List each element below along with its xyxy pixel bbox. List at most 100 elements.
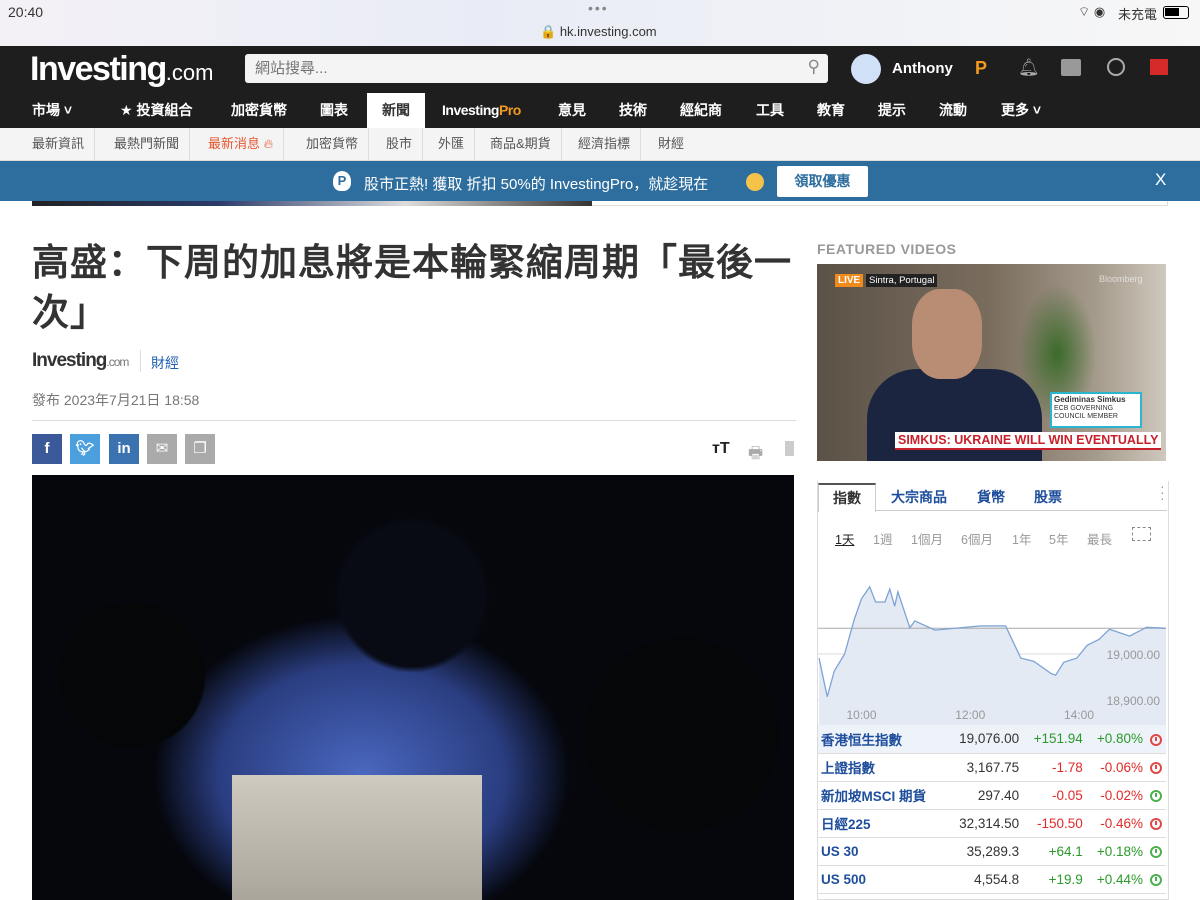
- search-icon[interactable]: ⚲: [808, 57, 820, 77]
- nav-brokers[interactable]: 經紀商: [680, 93, 722, 128]
- copy-link-button[interactable]: ❐: [185, 434, 215, 464]
- category-link[interactable]: 財經: [151, 353, 179, 373]
- url-bar[interactable]: 🔒 hk.investing.com: [540, 24, 657, 40]
- subnav-finance[interactable]: 財經: [648, 128, 694, 160]
- index-chart[interactable]: 19,000.00 18,900.00 10:00 12:00 14:00: [818, 555, 1166, 725]
- nav-alerts[interactable]: 提示: [878, 93, 906, 128]
- linkedin-share-button[interactable]: in: [109, 434, 139, 464]
- ad-frame: [592, 201, 1168, 206]
- email-share-button[interactable]: ✉: [147, 434, 177, 464]
- more-options-icon[interactable]: · · ·: [1160, 479, 1165, 505]
- quote-last: 4,554.8: [946, 865, 1023, 894]
- nav-charts[interactable]: 圖表: [320, 93, 348, 128]
- range-1d[interactable]: 1天: [835, 529, 854, 548]
- pro-icon[interactable]: P: [975, 58, 987, 79]
- claim-offer-button[interactable]: 領取優惠: [777, 166, 868, 197]
- nav-portfolio[interactable]: ★ 投資組合: [120, 93, 192, 128]
- twitter-share-button[interactable]: 🐦︎: [70, 434, 100, 464]
- range-1w[interactable]: 1週: [873, 529, 892, 548]
- nav-technical[interactable]: 技術: [619, 93, 647, 128]
- url-text: hk.investing.com: [559, 24, 657, 39]
- source-name: Investing: [32, 350, 107, 371]
- portfolio-icon[interactable]: [1061, 59, 1081, 76]
- clock-icon[interactable]: [1107, 58, 1125, 76]
- quote-name[interactable]: 上證指數: [818, 753, 947, 782]
- print-icon[interactable]: 🖶: [748, 442, 763, 469]
- markets-tabs: 指數 大宗商品 貨幣 股票 · · ·: [817, 479, 1167, 512]
- market-open-icon: [1150, 789, 1162, 802]
- x-tick-label: 14:00: [1064, 708, 1094, 722]
- guest-role: COUNCIL MEMBER: [1054, 413, 1118, 420]
- nav-crypto[interactable]: 加密貨幣: [231, 93, 287, 128]
- market-open-icon: [1150, 845, 1162, 858]
- nav-investingpro[interactable]: InvestingPro: [442, 93, 521, 128]
- facebook-share-button[interactable]: f: [32, 434, 62, 464]
- more-dots-icon[interactable]: •••: [588, 0, 609, 16]
- nav-label: 市場: [32, 102, 60, 118]
- quote-change: -150.50: [1022, 809, 1086, 838]
- quote-row[interactable]: 上證指數 3,167.75 -1.78 -0.06%: [818, 753, 1166, 782]
- quote-row[interactable]: 香港恒生指數 19,076.00 +151.94 +0.80%: [818, 725, 1166, 754]
- x-tick-label: 10:00: [846, 708, 876, 722]
- subnav-stocks[interactable]: 股市: [376, 128, 424, 160]
- quote-name[interactable]: US 30: [818, 837, 947, 866]
- charging-status: 未充電: [1118, 7, 1158, 22]
- bookmark-icon[interactable]: [785, 441, 794, 456]
- subnav-popular[interactable]: 最熱門新聞: [104, 128, 191, 160]
- quote-change-pct: +0.80%: [1085, 725, 1146, 754]
- featured-video-player[interactable]: LIVE Sintra, Portugal Bloomberg Gedimina…: [817, 264, 1166, 461]
- video-brand: Bloomberg: [1099, 274, 1143, 284]
- range-1m[interactable]: 1個月: [911, 529, 943, 548]
- y-tick-label: 18,900.00: [1107, 694, 1161, 708]
- range-max[interactable]: 最長: [1087, 529, 1112, 548]
- quote-row[interactable]: US 500 4,554.8 +19.9 +0.44%: [818, 865, 1166, 894]
- bell-icon[interactable]: 🔔︎: [1018, 58, 1040, 78]
- subnav-latest[interactable]: 最新資訊: [22, 128, 96, 160]
- range-5y[interactable]: 5年: [1049, 529, 1068, 548]
- nav-markets[interactable]: 市場 ˅: [32, 93, 72, 128]
- live-badge: LIVE: [835, 274, 864, 287]
- quote-name[interactable]: 香港恒生指數: [818, 725, 947, 754]
- nav-mobile[interactable]: 流動: [939, 93, 967, 128]
- guest-role: ECB GOVERNING: [1054, 405, 1114, 412]
- search-box[interactable]: ⚲: [245, 54, 828, 83]
- tab-indices[interactable]: 指數: [818, 483, 876, 512]
- tab-commodities[interactable]: 大宗商品: [891, 487, 947, 507]
- source-logo[interactable]: Investing.com: [32, 350, 129, 372]
- publish-date: 發布 2023年7月21日 18:58: [32, 392, 200, 408]
- tab-stocks[interactable]: 股票: [1034, 487, 1062, 507]
- subnav-breaking[interactable]: 最新消息 🔥︎: [198, 128, 285, 160]
- nav-tools[interactable]: 工具: [756, 93, 784, 128]
- nav-education[interactable]: 教育: [817, 93, 845, 128]
- tab-currencies[interactable]: 貨幣: [977, 487, 1005, 507]
- range-6m[interactable]: 6個月: [961, 529, 993, 548]
- quote-row[interactable]: 新加坡MSCI 期貨 297.40 -0.05 -0.02%: [818, 781, 1166, 810]
- quote-name[interactable]: US 500: [818, 865, 947, 894]
- font-size-button[interactable]: тT: [712, 440, 730, 458]
- promo-text: 股市正熱! 獲取 折扣 50%的 InvestingPro，就趁現在: [364, 176, 709, 193]
- avatar[interactable]: [851, 54, 881, 84]
- status-cell: [1146, 809, 1166, 838]
- nav-news[interactable]: 新聞: [367, 93, 425, 128]
- range-1y[interactable]: 1年: [1012, 529, 1031, 548]
- subnav-crypto[interactable]: 加密貨幣: [296, 128, 370, 160]
- status-cell: [1146, 781, 1166, 810]
- site-logo[interactable]: Investing.com: [30, 50, 213, 89]
- subnav-forex[interactable]: 外匯: [428, 128, 476, 160]
- subnav-commodities[interactable]: 商品&期貨: [480, 128, 562, 160]
- close-icon[interactable]: X: [1155, 170, 1166, 190]
- quote-name[interactable]: 日經225: [818, 809, 947, 838]
- quote-row[interactable]: US 30 35,289.3 +64.1 +0.18%: [818, 837, 1166, 866]
- promo-banner: P 股市正熱! 獲取 折扣 50%的 InvestingPro，就趁現在 領取優…: [0, 161, 1200, 201]
- nav-opinion[interactable]: 意見: [558, 93, 586, 128]
- subnav-economy[interactable]: 經濟指標: [568, 128, 642, 160]
- hk-flag-icon[interactable]: [1150, 59, 1168, 75]
- ad-strip: [32, 201, 592, 206]
- expand-chart-icon[interactable]: [1132, 527, 1151, 541]
- quote-name[interactable]: 新加坡MSCI 期貨: [818, 781, 947, 810]
- user-name[interactable]: Anthony: [892, 60, 953, 77]
- quote-row[interactable]: 日經225 32,314.50 -150.50 -0.46%: [818, 809, 1166, 838]
- quote-change-pct: +0.18%: [1085, 837, 1146, 866]
- nav-more[interactable]: 更多 ˅: [1001, 93, 1041, 128]
- search-input[interactable]: [245, 54, 785, 83]
